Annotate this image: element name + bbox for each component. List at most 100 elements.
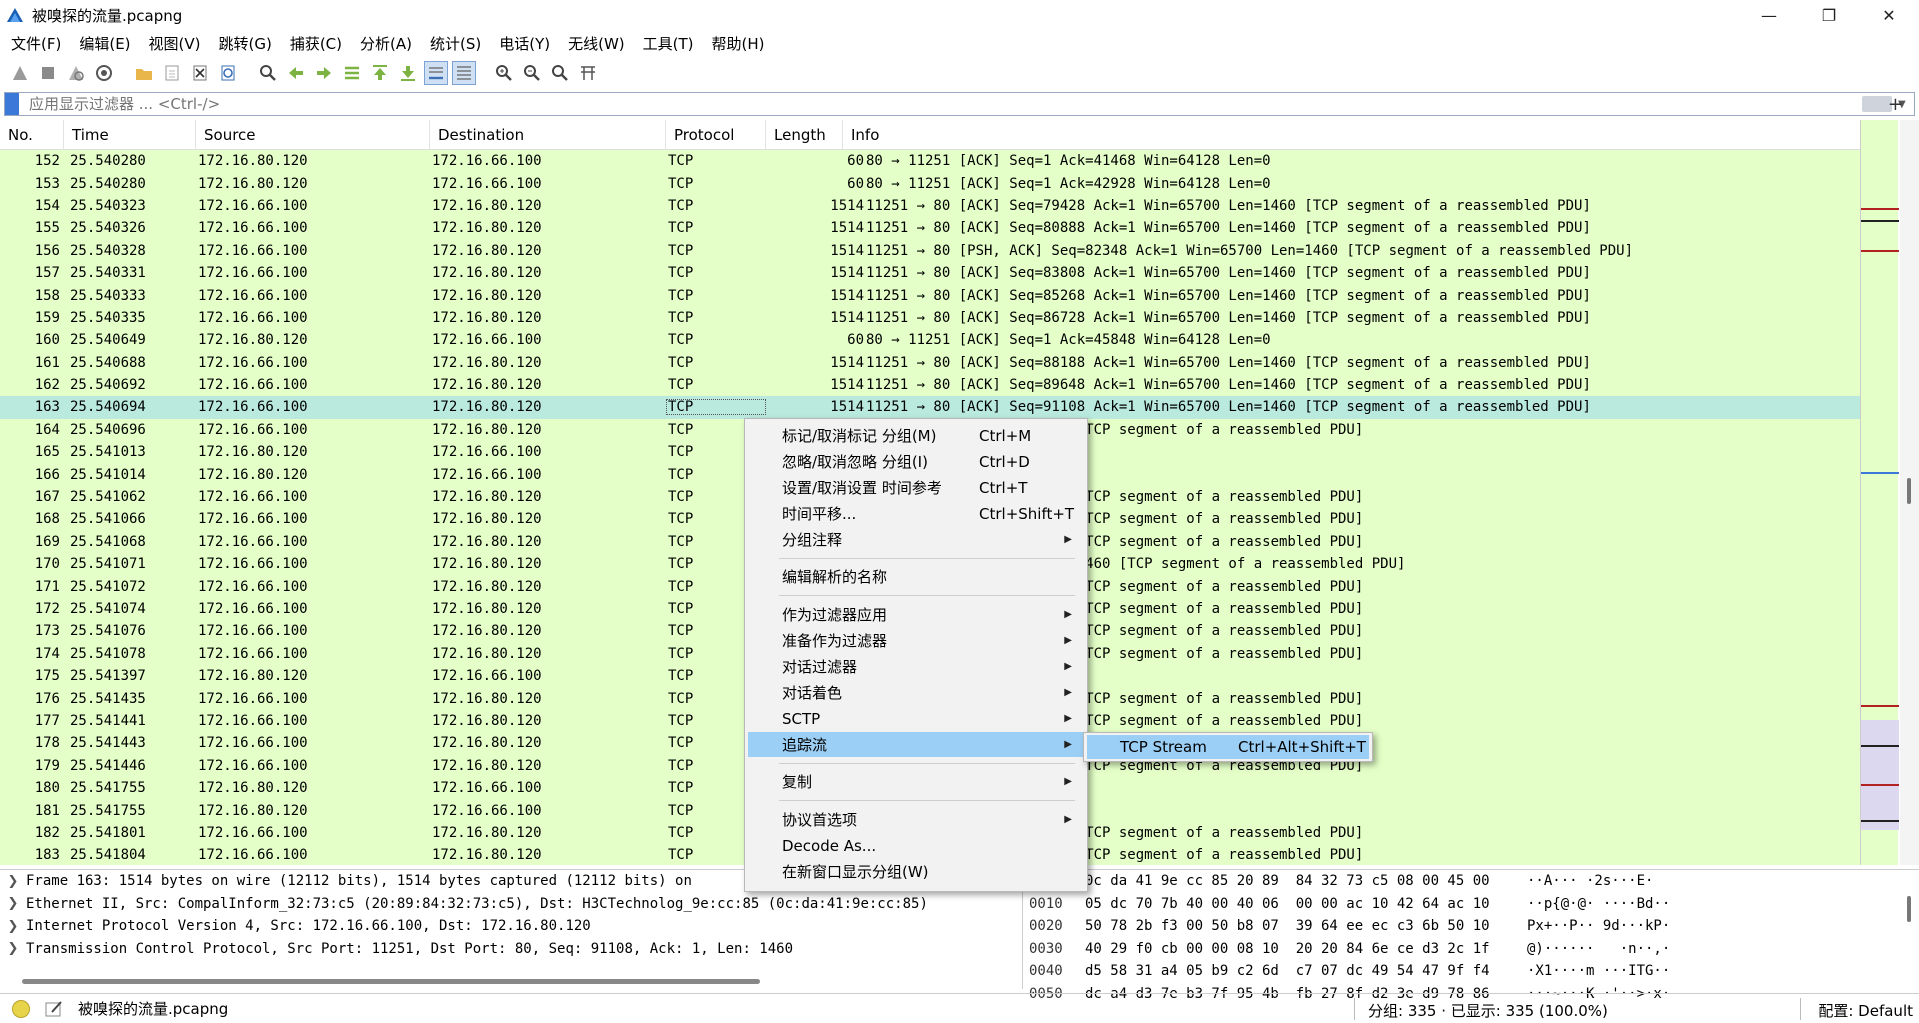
zoom-in-icon[interactable] — [492, 61, 516, 85]
ctx-copy[interactable]: 复制 ▶ — [748, 769, 1084, 794]
column-header-info[interactable]: Info — [843, 120, 1860, 150]
bytes-row[interactable]: 0c da 41 9e cc 85 20 89 84 32 73 c5 08 0… — [1023, 870, 1919, 893]
menu-help[interactable]: 帮助(H) — [705, 33, 772, 54]
cell-src: 172.16.80.120 — [198, 153, 308, 170]
ctx-mark-packet[interactable]: 标记/取消标记 分组(M) Ctrl+M — [748, 423, 1084, 448]
autoscroll-icon[interactable] — [424, 61, 448, 85]
restart-capture-icon[interactable] — [64, 61, 88, 85]
menu-go[interactable]: 跳转(G) — [212, 33, 279, 54]
minimize-icon[interactable]: — — [1739, 0, 1799, 30]
packet-row-selected[interactable]: 163 25.540694 172.16.66.100 172.16.80.120 TC… — [0, 396, 1860, 419]
colorize-icon[interactable] — [452, 61, 476, 85]
column-header-length[interactable]: Length — [766, 120, 843, 150]
column-header-source[interactable]: Source — [196, 120, 430, 150]
scrollbar-thumb[interactable] — [1907, 478, 1911, 504]
bytes-row[interactable]: 0030 40 29 f0 cb 00 00 08 10 20 20 84 6e … — [1023, 938, 1919, 961]
expand-chevron-icon[interactable]: ❯ — [0, 941, 26, 956]
menu-file[interactable]: 文件(F) — [4, 33, 68, 54]
maximize-icon[interactable]: ❐ — [1799, 0, 1859, 30]
menu-tools[interactable]: 工具(T) — [636, 33, 701, 54]
menu-view[interactable]: 视图(V) — [142, 33, 208, 54]
packet-row[interactable]: 156 25.540328 172.16.66.100 172.16.80.120 TC… — [0, 239, 1860, 262]
display-filter-input[interactable] — [29, 95, 1862, 113]
reload-file-icon[interactable] — [216, 61, 240, 85]
status-profile[interactable]: 配置: Default — [1818, 1000, 1913, 1021]
capture-comment-icon[interactable] — [44, 999, 64, 1019]
save-file-icon[interactable] — [160, 61, 184, 85]
bytes-row[interactable]: 0010 05 dc 70 7b 40 00 40 06 00 00 ac 10 … — [1023, 893, 1919, 916]
menu-telephony[interactable]: 电话(Y) — [492, 33, 557, 54]
zoom-normal-icon[interactable] — [548, 61, 572, 85]
packet-list-scrollbar[interactable] — [1900, 120, 1919, 865]
column-header-time[interactable]: Time — [64, 120, 196, 150]
menu-wireless[interactable]: 无线(W) — [561, 33, 632, 54]
expert-info-icon[interactable] — [12, 999, 30, 1018]
menu-edit[interactable]: 编辑(E) — [72, 33, 137, 54]
stop-capture-icon[interactable] — [36, 61, 60, 85]
column-header-destination[interactable]: Destination — [430, 120, 666, 150]
column-header-no[interactable]: No. — [0, 120, 64, 150]
ctx-packet-comment[interactable]: 分组注释 ▶ — [748, 527, 1084, 552]
packet-row[interactable]: 160 25.540649 172.16.80.120 172.16.66.100 TC… — [0, 329, 1860, 352]
expand-chevron-icon[interactable]: ❯ — [0, 896, 26, 911]
close-file-icon[interactable] — [188, 61, 212, 85]
bytes-row[interactable]: 0020 50 78 2b f3 00 50 b8 07 39 64 ee ec … — [1023, 915, 1919, 938]
packet-row[interactable]: 159 25.540335 172.16.66.100 172.16.80.120 TC… — [0, 306, 1860, 330]
go-to-packet-icon[interactable] — [340, 61, 364, 85]
ctx-ignore-packet[interactable]: 忽略/取消忽略 分组(I) Ctrl+D — [748, 449, 1084, 474]
ctx-colorize-conversation[interactable]: 对话着色 ▶ — [748, 680, 1084, 705]
ctx-conversation-filter[interactable]: 对话过滤器 ▶ — [748, 654, 1084, 679]
cell-dst: 172.16.80.120 — [432, 287, 542, 304]
bytes-row[interactable]: 0040 d5 58 31 a4 05 b9 c2 6d c7 07 dc 49 … — [1023, 960, 1919, 983]
ctx-show-in-new-window[interactable]: 在新窗口显示分组(W) — [748, 859, 1084, 884]
packet-row[interactable]: 158 25.540333 172.16.66.100 172.16.80.120 TC… — [0, 284, 1860, 307]
find-packet-icon[interactable] — [256, 61, 280, 85]
expand-chevron-icon[interactable]: ❯ — [0, 919, 26, 934]
go-last-icon[interactable] — [396, 61, 420, 85]
ctx-follow-stream[interactable]: 追踪流 ▶ — [748, 732, 1084, 757]
packet-row[interactable]: 155 25.540326 172.16.66.100 172.16.80.120 TC… — [0, 217, 1860, 240]
cell-no: 164 — [34, 421, 60, 438]
cell-src: 172.16.66.100 — [198, 220, 308, 237]
resize-columns-icon[interactable] — [576, 61, 600, 85]
menu-analyze[interactable]: 分析(A) — [353, 33, 419, 54]
expand-chevron-icon[interactable]: ❯ — [0, 874, 26, 889]
add-filter-button-icon[interactable]: + — [1888, 94, 1903, 115]
open-file-icon[interactable] — [132, 61, 156, 85]
ctx-time-reference[interactable]: 设置/取消设置 时间参考 Ctrl+T — [748, 475, 1084, 500]
ctx-edit-resolved-name[interactable]: 编辑解析的名称 — [748, 564, 1084, 589]
go-forward-icon[interactable] — [312, 61, 336, 85]
ctx-decode-as[interactable]: Decode As... — [748, 833, 1084, 858]
cell-src: 172.16.80.120 — [198, 175, 308, 192]
details-horizontal-scrollbar[interactable] — [22, 979, 760, 984]
cell-dst: 172.16.66.100 — [432, 466, 542, 483]
ctx-prepare-as-filter[interactable]: 准备作为过滤器 ▶ — [748, 628, 1084, 653]
go-first-icon[interactable] — [368, 61, 392, 85]
packet-row[interactable]: 152 25.540280 172.16.80.120 172.16.66.100 TC… — [0, 150, 1860, 173]
packet-row[interactable]: 157 25.540331 172.16.66.100 172.16.80.120 TC… — [0, 261, 1860, 285]
detail-row[interactable]: ❯ Internet Protocol Version 4, Src: 172.1… — [0, 915, 1022, 938]
ctx-protocol-preferences[interactable]: 协议首选项 ▶ — [748, 807, 1084, 832]
capture-options-icon[interactable] — [92, 61, 116, 85]
menu-capture[interactable]: 捕获(C) — [283, 33, 349, 54]
detail-row[interactable]: ❯ Transmission Control Protocol, Src Port… — [0, 938, 1022, 961]
ctx-sctp[interactable]: SCTP ▶ — [748, 706, 1084, 731]
packet-row[interactable]: 162 25.540692 172.16.66.100 172.16.80.120 TC… — [0, 373, 1860, 397]
close-icon[interactable]: ✕ — [1859, 0, 1919, 30]
cell-time: 25.541397 — [70, 668, 146, 685]
go-back-icon[interactable] — [284, 61, 308, 85]
menu-statistics[interactable]: 统计(S) — [423, 33, 488, 54]
packet-row[interactable]: 153 25.540280 172.16.80.120 172.16.66.100 TC… — [0, 172, 1860, 195]
column-header-protocol[interactable]: Protocol — [666, 120, 766, 150]
zoom-out-icon[interactable] — [520, 61, 544, 85]
bytes-scrollbar-thumb[interactable] — [1907, 896, 1911, 922]
filter-bookmark-icon[interactable] — [5, 93, 19, 115]
submenu-tcp-stream[interactable]: TCP Stream Ctrl+Alt+Shift+T — [1087, 735, 1369, 759]
ctx-time-shift[interactable]: 时间平移... Ctrl+Shift+T — [748, 501, 1084, 526]
packet-minimap[interactable] — [1860, 120, 1899, 865]
start-capture-icon[interactable] — [8, 61, 32, 85]
ctx-apply-as-filter[interactable]: 作为过滤器应用 ▶ — [748, 602, 1084, 627]
detail-row[interactable]: ❯ Ethernet II, Src: CompalInform_32:73:c5… — [0, 893, 1022, 916]
packet-row[interactable]: 161 25.540688 172.16.66.100 172.16.80.120 TC… — [0, 351, 1860, 374]
packet-row[interactable]: 154 25.540323 172.16.66.100 172.16.80.120 TC… — [0, 194, 1860, 218]
